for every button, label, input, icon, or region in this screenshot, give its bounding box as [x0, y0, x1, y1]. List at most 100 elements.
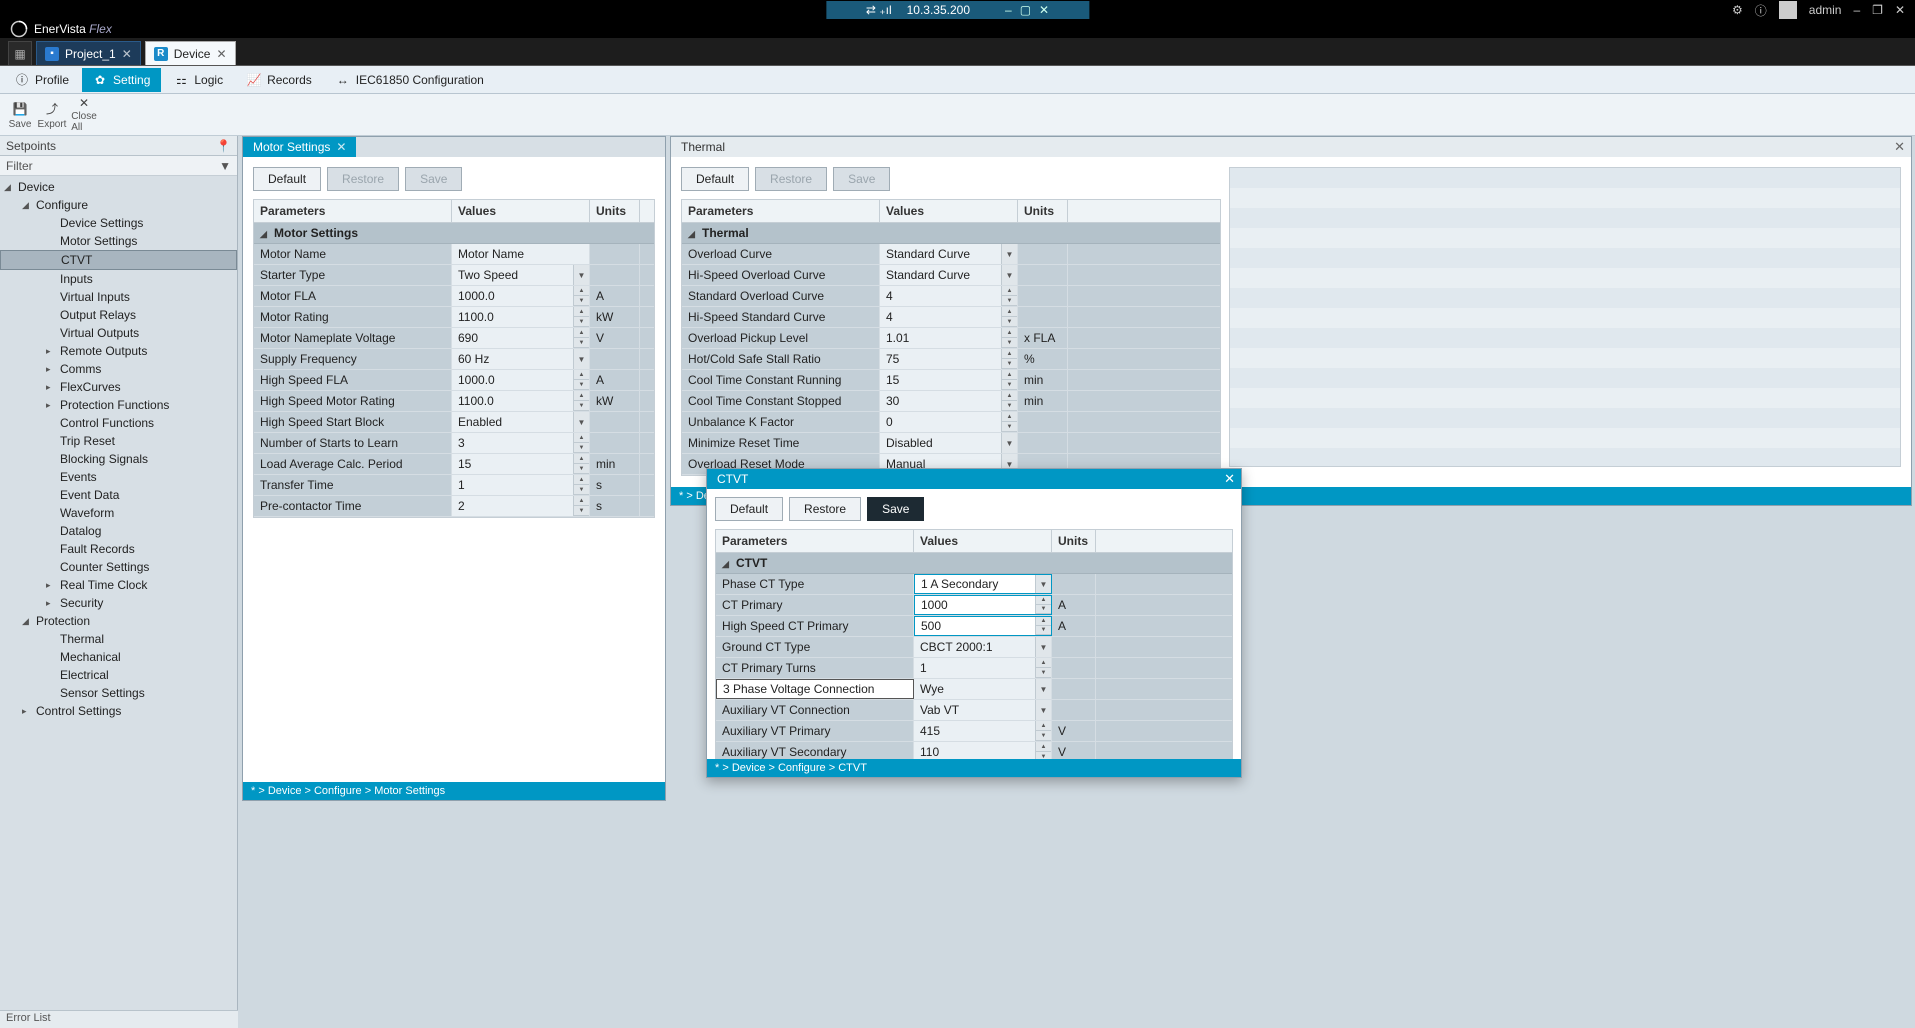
grid-section[interactable]: ◢CTVT [716, 553, 1232, 574]
column-header[interactable]: Values [452, 200, 590, 222]
tree-node[interactable]: Waveform [0, 504, 237, 522]
dropdown-icon[interactable]: ▼ [1001, 265, 1017, 285]
tree-node[interactable]: Virtual Inputs [0, 288, 237, 306]
tree-node[interactable]: ▸Control Settings [0, 702, 237, 720]
grid-section[interactable]: ◢Thermal [682, 223, 1220, 244]
column-header[interactable]: Values [914, 530, 1052, 552]
app-minimize-icon[interactable]: – [1853, 3, 1860, 17]
tree-node[interactable]: ▸Remote Outputs [0, 342, 237, 360]
spinner-icon[interactable]: ▲▼ [573, 454, 589, 474]
app-close-icon[interactable]: ✕ [1895, 3, 1905, 17]
value-cell[interactable]: 1.01▲▼ [880, 328, 1018, 348]
tree-node[interactable]: Fault Records [0, 540, 237, 558]
tree-node[interactable]: Events [0, 468, 237, 486]
value-cell[interactable]: 1▲▼ [914, 658, 1052, 678]
spinner-icon[interactable]: ▲▼ [1035, 617, 1051, 635]
tree-node[interactable]: Mechanical [0, 648, 237, 666]
tree-node[interactable]: Inputs [0, 270, 237, 288]
tab-device[interactable]: R Device ✕ [145, 41, 236, 65]
dropdown-icon[interactable]: ▼ [573, 349, 589, 369]
value-cell[interactable]: 75▲▼ [880, 349, 1018, 369]
logic-button[interactable]: ⚏Logic [163, 68, 234, 92]
setpoints-tree[interactable]: ◢Device◢ConfigureDevice SettingsMotor Se… [0, 176, 237, 1028]
filter-row[interactable]: Filter ▼ [0, 156, 237, 176]
value-cell[interactable]: Standard Curve▼ [880, 244, 1018, 264]
value-cell[interactable]: Vab VT▼ [914, 700, 1052, 720]
tree-node[interactable]: Blocking Signals [0, 450, 237, 468]
value-cell[interactable]: 4▲▼ [880, 286, 1018, 306]
spinner-icon[interactable]: ▲▼ [573, 433, 589, 453]
closeall-button[interactable]: ✕Close All [68, 96, 100, 133]
spinner-icon[interactable]: ▲▼ [573, 286, 589, 306]
spinner-icon[interactable]: ▲▼ [1001, 370, 1017, 390]
value-cell[interactable]: 690▲▼ [452, 328, 590, 348]
tree-node[interactable]: ▸Comms [0, 360, 237, 378]
tree-node[interactable]: Virtual Outputs [0, 324, 237, 342]
spinner-icon[interactable]: ▲▼ [1001, 349, 1017, 369]
spinner-icon[interactable]: ▲▼ [1001, 391, 1017, 411]
value-cell[interactable]: 415▲▼ [914, 721, 1052, 741]
tree-node[interactable]: Sensor Settings [0, 684, 237, 702]
value-cell[interactable]: Standard Curve▼ [880, 265, 1018, 285]
spinner-icon[interactable]: ▲▼ [573, 328, 589, 348]
tree-node[interactable]: Device Settings [0, 214, 237, 232]
pin-icon[interactable]: 📍 [216, 139, 231, 153]
profile-button[interactable]: ⓘProfile [4, 68, 80, 92]
restore-button[interactable]: Restore [789, 497, 861, 521]
value-cell[interactable]: 1000▲▼ [914, 595, 1052, 615]
filter-icon[interactable]: ▼ [219, 159, 231, 173]
minimize-icon[interactable]: – [1005, 3, 1012, 17]
column-header[interactable]: Values [880, 200, 1018, 222]
spinner-icon[interactable]: ▲▼ [573, 307, 589, 327]
panel-titlebar[interactable]: CTVT ✕ [707, 469, 1241, 489]
tree-node[interactable]: ▸Security [0, 594, 237, 612]
value-cell[interactable]: 2▲▼ [452, 496, 590, 516]
default-button[interactable]: Default [253, 167, 321, 191]
close-icon[interactable]: ✕ [122, 47, 132, 61]
spinner-icon[interactable]: ▲▼ [573, 370, 589, 390]
dropdown-icon[interactable]: ▼ [1001, 244, 1017, 264]
column-header[interactable]: Parameters [682, 200, 880, 222]
maximize-icon[interactable]: ▢ [1020, 3, 1031, 17]
export-button[interactable]: ⤴Export [36, 96, 68, 133]
tree-node[interactable]: Motor Settings [0, 232, 237, 250]
value-cell[interactable]: 1▲▼ [452, 475, 590, 495]
dropdown-icon[interactable]: ▼ [573, 412, 589, 432]
tree-node[interactable]: ◢Device [0, 178, 237, 196]
save-button[interactable]: 💾Save [4, 96, 36, 133]
ctvt-panel[interactable]: CTVT ✕ Default Restore Save ParametersVa… [706, 468, 1242, 778]
spinner-icon[interactable]: ▲▼ [1035, 721, 1051, 741]
dropdown-icon[interactable]: ▼ [1035, 637, 1051, 657]
value-cell[interactable]: Disabled▼ [880, 433, 1018, 453]
value-cell[interactable]: 1100.0▲▼ [452, 391, 590, 411]
tree-node[interactable]: ◢Protection [0, 612, 237, 630]
info-icon[interactable]: ⓘ [1755, 2, 1767, 19]
gear-icon[interactable]: ⚙ [1732, 3, 1743, 17]
value-cell[interactable]: Enabled▼ [452, 412, 590, 432]
spinner-icon[interactable]: ▲▼ [1035, 596, 1051, 614]
spinner-icon[interactable]: ▲▼ [1035, 658, 1051, 678]
tree-node[interactable]: ▸FlexCurves [0, 378, 237, 396]
value-cell[interactable]: 30▲▼ [880, 391, 1018, 411]
tree-node[interactable]: ▸Real Time Clock [0, 576, 237, 594]
dropdown-icon[interactable]: ▼ [1001, 433, 1017, 453]
spinner-icon[interactable]: ▲▼ [573, 496, 589, 516]
value-cell[interactable]: 15▲▼ [452, 454, 590, 474]
motor-tab[interactable]: Motor Settings✕ [243, 137, 356, 157]
tab-project[interactable]: ▪ Project_1 ✕ [36, 41, 141, 65]
dropdown-icon[interactable]: ▼ [1035, 700, 1051, 720]
value-cell[interactable]: Wye▼ [914, 679, 1052, 699]
tree-node[interactable]: Counter Settings [0, 558, 237, 576]
default-button[interactable]: Default [715, 497, 783, 521]
value-cell[interactable]: CBCT 2000:1▼ [914, 637, 1052, 657]
tree-node[interactable]: Electrical [0, 666, 237, 684]
spinner-icon[interactable]: ▲▼ [573, 475, 589, 495]
value-cell[interactable]: Two Speed▼ [452, 265, 590, 285]
tree-node[interactable]: ◢Configure [0, 196, 237, 214]
value-cell[interactable]: Motor Name [452, 244, 590, 264]
tree-node[interactable]: Control Functions [0, 414, 237, 432]
tree-node[interactable]: ▸Protection Functions [0, 396, 237, 414]
value-cell[interactable]: 1 A Secondary▼ [914, 574, 1052, 594]
value-cell[interactable]: 15▲▼ [880, 370, 1018, 390]
setting-button[interactable]: ✿Setting [82, 68, 161, 92]
